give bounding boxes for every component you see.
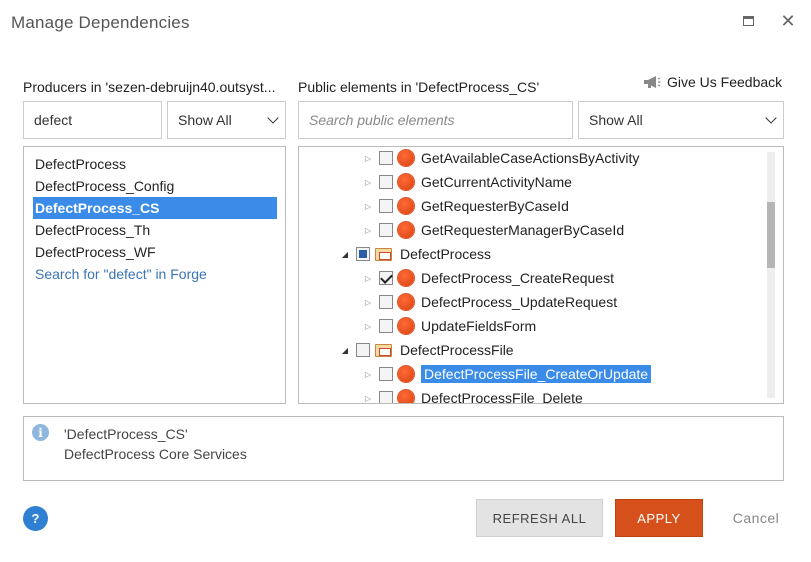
server-action-icon [398,294,414,310]
feedback-label: Give Us Feedback [667,74,783,90]
tree-folder-row[interactable]: ◢ DefectProcessFile [340,339,514,361]
maximize-icon [742,16,754,26]
server-action-icon [398,198,414,214]
maximize-button[interactable] [737,10,759,32]
producers-label: Producers in 'sezen-debruijn40.outsyst..… [23,79,276,95]
collapse-arrow-icon[interactable]: ◢ [340,249,350,259]
server-action-icon [398,150,414,166]
checkbox[interactable] [379,175,393,189]
checkbox[interactable] [379,199,393,213]
public-elements-tree: ▷ GetAvailableCaseActionsByActivity ▷ Ge… [298,146,784,404]
producers-list: DefectProcess DefectProcess_Config Defec… [23,146,286,404]
public-elements-search-placeholder: Search public elements [309,112,455,128]
checkbox[interactable] [356,343,370,357]
tree-row-label: UpdateFieldsForm [421,318,537,334]
producer-item-defectprocess-wf[interactable]: DefectProcess_WF [33,241,158,263]
tree-row-label: GetCurrentActivityName [421,174,572,190]
tree-row[interactable]: ▷ GetCurrentActivityName [363,171,572,193]
tree-row[interactable]: ▷ GetAvailableCaseActionsByActivity [363,147,639,169]
tree-row-label: GetRequesterManagerByCaseId [421,222,625,238]
expand-arrow-icon[interactable]: ▷ [363,153,373,163]
public-elements-label: Public elements in 'DefectProcess_CS' [298,79,540,95]
chevron-down-icon [765,112,777,124]
tree-row[interactable]: ▷ GetRequesterByCaseId [363,195,569,217]
producer-item-defectprocess-th[interactable]: DefectProcess_Th [33,219,152,241]
tree-scrollbar[interactable] [767,152,775,398]
folder-icon [375,247,392,261]
tree-folder-row[interactable]: ◢ DefectProcess [340,243,491,265]
producers-filter-select[interactable]: Show All [167,101,286,139]
expand-arrow-icon[interactable]: ▷ [363,369,373,379]
expand-arrow-icon[interactable]: ▷ [363,273,373,283]
producers-search-input[interactable]: defect [23,101,162,139]
expand-arrow-icon[interactable]: ▷ [363,321,373,331]
forge-search-link[interactable]: Search for "defect" in Forge [33,263,209,285]
checkbox[interactable] [379,319,393,333]
expand-arrow-icon[interactable]: ▷ [363,177,373,187]
close-icon: ✕ [780,10,796,31]
expand-arrow-icon[interactable]: ▷ [363,201,373,211]
tree-row-label: DefectProcessFile_Delete [421,390,583,404]
producer-item-defectprocess-cs[interactable]: DefectProcess_CS [33,197,277,219]
tree-row[interactable]: ▷ DefectProcessFile_CreateOrUpdate [363,363,652,385]
producer-item-defectprocess-config[interactable]: DefectProcess_Config [33,175,176,197]
tree-row-label: GetRequesterByCaseId [421,198,569,214]
producers-filter-value: Show All [178,112,232,128]
expand-arrow-icon[interactable]: ▷ [363,225,373,235]
apply-button[interactable]: APPLY [615,499,703,537]
help-button[interactable]: ? [23,506,48,531]
collapse-arrow-icon[interactable]: ◢ [340,345,350,355]
checkbox[interactable] [379,223,393,237]
refresh-all-button[interactable]: REFRESH ALL [476,499,603,537]
server-action-icon [398,174,414,190]
tree-row[interactable]: ▷ DefectProcess_UpdateRequest [363,291,617,313]
checkbox[interactable] [379,151,393,165]
close-button[interactable]: ✕ [777,10,799,32]
tree-row-label: DefectProcessFile_CreateOrUpdate [421,365,652,383]
server-action-icon [398,366,414,382]
info-box: i 'DefectProcess_CS' DefectProcess Core … [23,416,784,481]
scrollbar-thumb[interactable] [767,202,775,268]
server-action-icon [398,270,414,286]
dialog-title: Manage Dependencies [11,13,190,32]
megaphone-icon [644,76,661,88]
checkbox[interactable] [379,391,393,403]
tree-row[interactable]: ▷ GetRequesterManagerByCaseId [363,219,624,241]
checkbox[interactable] [379,295,393,309]
tree-row-label: DefectProcess_CreateRequest [421,270,614,286]
tree-folder-label: DefectProcessFile [400,342,514,358]
tree-row[interactable]: ▷ DefectProcessFile_Delete [363,387,583,404]
tree-row-label: GetAvailableCaseActionsByActivity [421,150,640,166]
tree-folder-label: DefectProcess [400,246,492,262]
feedback-link[interactable]: Give Us Feedback [643,74,782,90]
info-description: DefectProcess Core Services [64,446,247,462]
checkbox[interactable] [379,271,393,285]
checkbox[interactable] [356,247,370,261]
public-elements-filter-select[interactable]: Show All [578,101,784,139]
tree-row-label: DefectProcess_UpdateRequest [421,294,618,310]
producer-item-defectprocess[interactable]: DefectProcess [33,153,128,175]
expand-arrow-icon[interactable]: ▷ [363,297,373,307]
info-module-name: 'DefectProcess_CS' [64,426,188,442]
server-action-icon [398,390,414,403]
tree-row[interactable]: ▷ DefectProcess_CreateRequest [363,267,614,289]
server-action-icon [398,318,414,334]
folder-icon [375,343,392,357]
public-elements-search-input[interactable]: Search public elements [298,101,573,139]
checkbox[interactable] [379,367,393,381]
public-elements-filter-value: Show All [589,112,643,128]
server-action-icon [398,222,414,238]
expand-arrow-icon[interactable]: ▷ [363,393,373,403]
producers-search-value: defect [34,112,73,128]
chevron-down-icon [267,112,279,124]
cancel-button[interactable]: Cancel [722,499,790,537]
tree-row[interactable]: ▷ UpdateFieldsForm [363,315,536,337]
help-icon: ? [31,511,40,526]
info-icon: i [32,424,49,441]
